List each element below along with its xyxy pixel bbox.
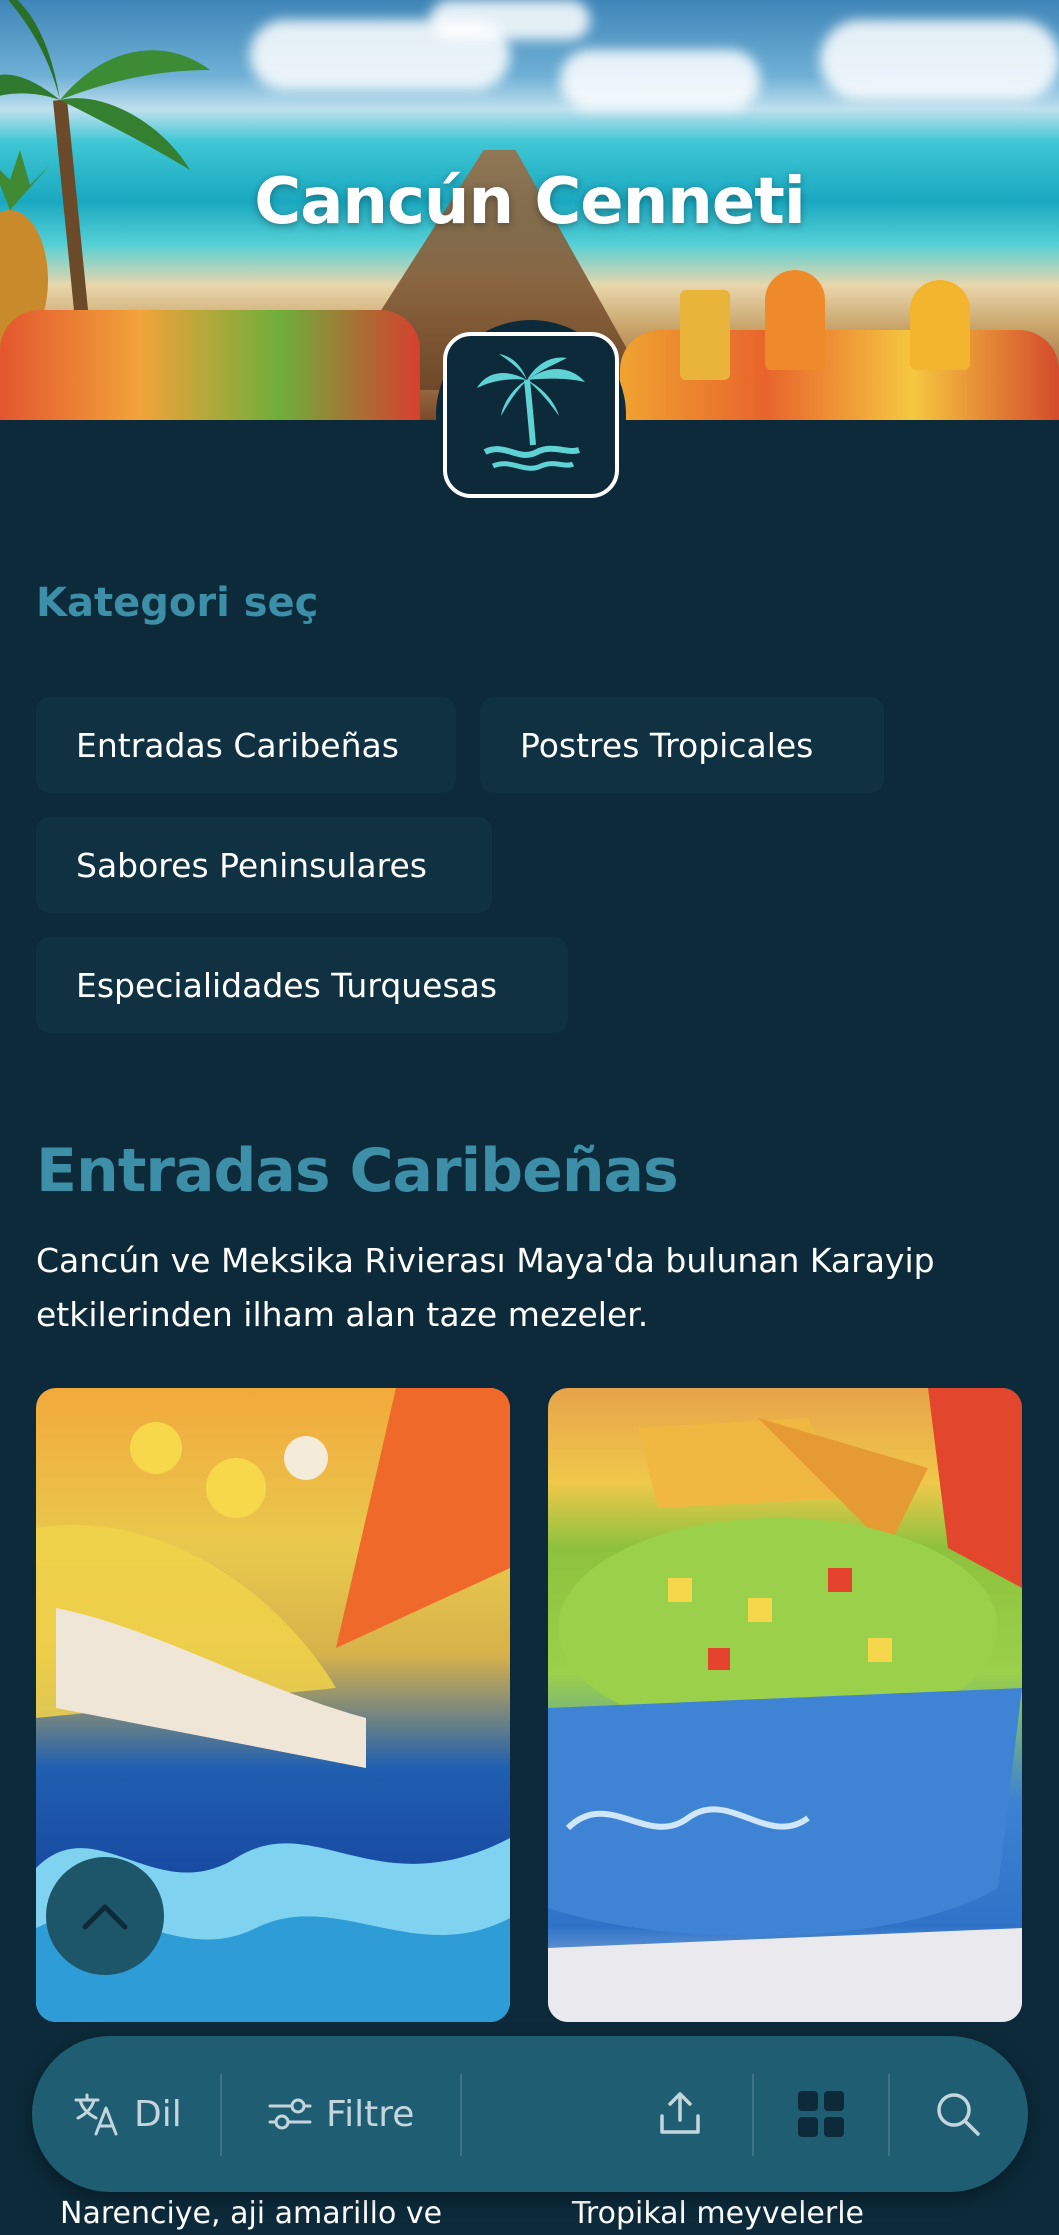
- menu-page: Cancún Cenneti Kategori seç Entradas Car…: [0, 0, 1059, 2235]
- bottom-toolbar: Dil Filtre: [32, 2036, 1028, 2192]
- category-heading: Kategori seç: [36, 580, 319, 626]
- dish-card-title: Tropikal meyvelerle: [572, 2196, 864, 2231]
- restaurant-logo: [436, 320, 626, 510]
- category-chip-sabores[interactable]: Sabores Peninsulares: [36, 817, 492, 913]
- dish-card-title: Narenciye, aji amarillo ve: [60, 2196, 443, 2231]
- filter-button[interactable]: Filtre: [268, 2036, 414, 2192]
- scroll-to-top-button[interactable]: [46, 1857, 164, 1975]
- translate-icon: [74, 2093, 118, 2136]
- share-button[interactable]: [656, 2036, 704, 2192]
- filter-label: Filtre: [326, 2093, 415, 2135]
- toolbar-divider: [752, 2074, 754, 2156]
- chevron-up-icon: [82, 1904, 128, 1930]
- toolbar-divider: [220, 2074, 222, 2156]
- section-description: Cancún ve Meksika Rivierası Maya'da bulu…: [36, 1241, 935, 1334]
- section-title: Entradas Caribeñas: [36, 1136, 679, 1206]
- search-icon: [937, 2093, 980, 2136]
- search-button[interactable]: [934, 2036, 982, 2192]
- grid-icon: [798, 2091, 844, 2137]
- category-chip-postres[interactable]: Postres Tropicales: [480, 697, 884, 793]
- share-upload-icon: [660, 2092, 700, 2134]
- sliders-icon: [268, 2098, 312, 2130]
- dish-card-image[interactable]: [548, 1388, 1022, 2022]
- restaurant-title: Cancún Cenneti: [254, 165, 806, 239]
- toolbar-divider: [888, 2074, 890, 2156]
- guacamole-bowl-image: [548, 1388, 1022, 2022]
- language-button[interactable]: Dil: [74, 2036, 182, 2192]
- category-chip-entradas[interactable]: Entradas Caribeñas: [36, 697, 456, 793]
- cocktail-glasses-image: [680, 250, 980, 400]
- palm-tree-logo-icon: [477, 354, 585, 471]
- language-label: Dil: [134, 2093, 182, 2135]
- category-chip-especialidades[interactable]: Especialidades Turquesas: [36, 937, 568, 1033]
- toolbar-divider: [460, 2074, 462, 2156]
- grid-view-button[interactable]: [796, 2036, 846, 2192]
